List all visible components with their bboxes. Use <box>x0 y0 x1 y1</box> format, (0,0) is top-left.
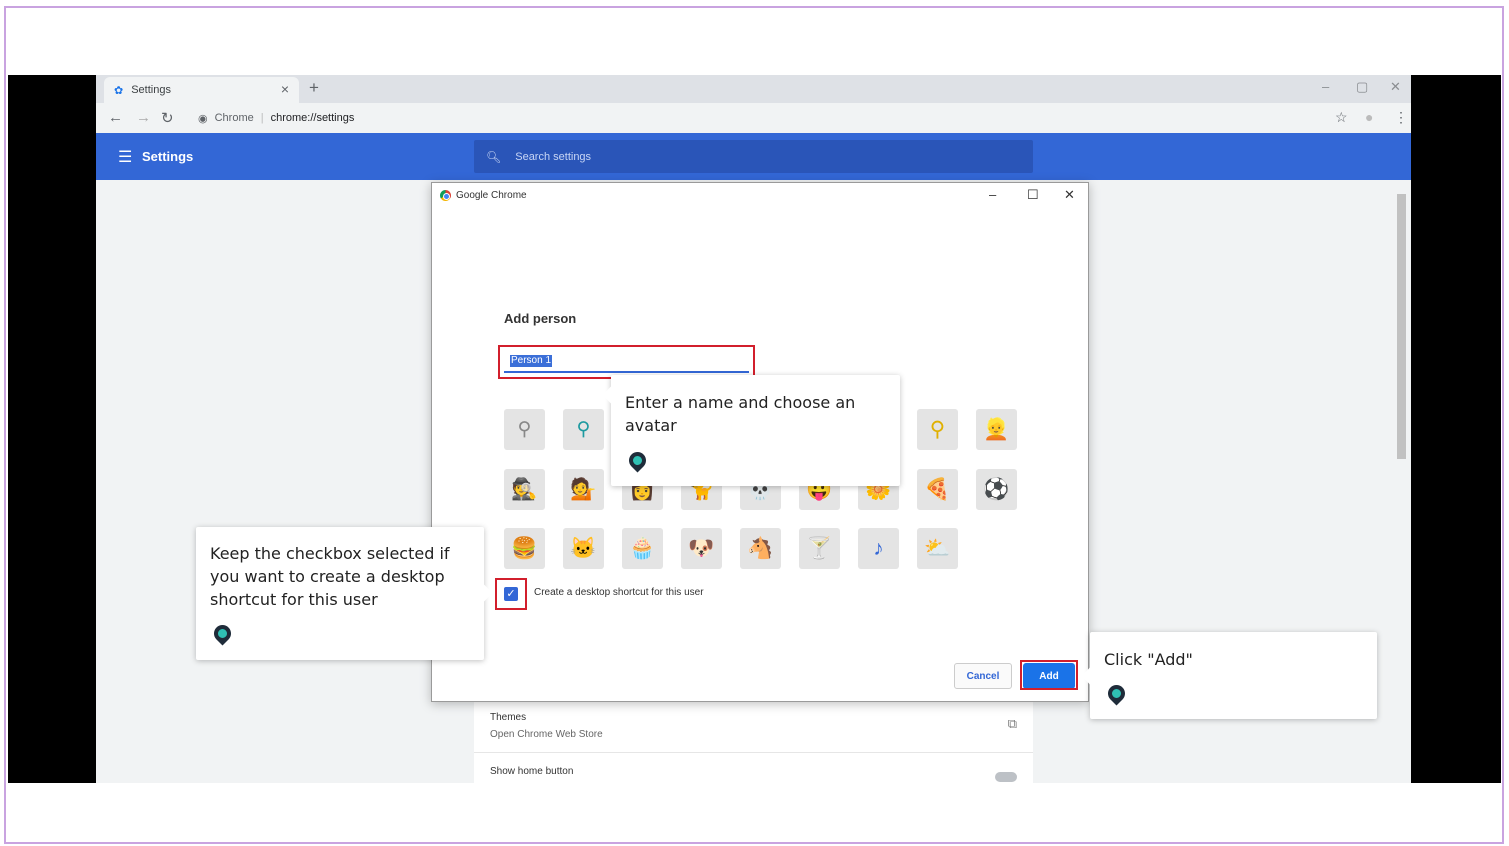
tab-strip: ✿ Settings × + – ▢ ✕ <box>96 75 1411 103</box>
bookmark-star-icon[interactable]: ☆ <box>1335 109 1348 126</box>
dialog-maximize-icon[interactable]: ☐ <box>1027 187 1039 203</box>
settings-header: ☰ Settings 🔍︎ Search settings <box>96 133 1411 180</box>
gear-icon: ✿ <box>114 84 124 97</box>
home-button-toggle[interactable] <box>995 772 1017 782</box>
avatar-ninja-icon[interactable]: 🕵 <box>504 469 545 510</box>
cancel-button[interactable]: Cancel <box>954 663 1012 689</box>
dialog-close-icon[interactable]: ✕ <box>1064 187 1075 203</box>
dialog-titlebar: Google Chrome <box>440 190 527 201</box>
avatar-cocktail-icon[interactable]: 🍸 <box>799 528 840 569</box>
dialog-minimize-icon[interactable]: – <box>989 187 996 202</box>
guide-pin-icon <box>210 621 235 646</box>
guide-pin-icon <box>1104 681 1129 706</box>
name-input-highlight <box>498 345 755 379</box>
add-button-highlight <box>1020 660 1078 690</box>
tooltip-enter-name: Enter a name and choose an avatar <box>602 375 900 486</box>
profile-icon[interactable]: ● <box>1365 109 1373 125</box>
reload-icon[interactable]: ↻ <box>161 109 174 127</box>
tooltip-enter-name-text: Enter a name and choose an avatar <box>625 393 856 435</box>
external-link-icon[interactable]: ⧉ <box>1008 716 1017 732</box>
tooltip-click-add-text: Click "Add" <box>1104 650 1193 669</box>
back-icon[interactable]: ← <box>108 109 123 126</box>
close-tab-icon[interactable]: × <box>281 81 289 97</box>
guide-pin-icon <box>625 448 650 473</box>
avatar-sun-cloud-icon[interactable]: ⛅ <box>917 528 958 569</box>
avatar-cupcake-icon[interactable]: 🧁 <box>622 528 663 569</box>
tab-title: Settings <box>131 84 171 96</box>
avatar-burger-icon[interactable]: 🍔 <box>504 528 545 569</box>
address-url: chrome://settings <box>270 112 355 124</box>
avatar-soccer-ball-icon[interactable]: ⚽ <box>976 469 1017 510</box>
checkbox-highlight <box>495 578 527 610</box>
search-settings-input[interactable]: 🔍︎ Search settings <box>474 140 1033 173</box>
avatar-blonde-icon[interactable]: 👱 <box>976 409 1017 450</box>
divider <box>474 752 1033 753</box>
themes-title: Themes <box>490 712 527 723</box>
settings-title: Settings <box>142 149 194 164</box>
forward-icon[interactable]: → <box>136 109 151 126</box>
tooltip-checkbox-text: Keep the checkbox selected if you want t… <box>210 544 450 609</box>
avatar-dog-icon[interactable]: 🐶 <box>681 528 722 569</box>
minimize-icon[interactable]: – <box>1322 79 1329 94</box>
site-info-icon: ◉ <box>198 112 208 125</box>
desktop-shortcut-label: Create a desktop shortcut for this user <box>534 587 704 598</box>
dialog-heading: Add person <box>504 311 577 326</box>
tooltip-click-add: Click "Add" <box>1081 632 1377 719</box>
close-window-icon[interactable]: ✕ <box>1390 79 1401 95</box>
themes-row[interactable]: Themes Open Chrome Web Store <box>490 712 603 740</box>
tooltip-checkbox: Keep the checkbox selected if you want t… <box>196 527 493 660</box>
avatar-pizza-icon[interactable]: 🍕 <box>917 469 958 510</box>
new-tab-button[interactable]: + <box>309 78 319 98</box>
search-icon: 🔍︎ <box>486 149 502 164</box>
address-site: Chrome <box>214 112 254 124</box>
avatar-person-yellow-icon[interactable]: ⚲ <box>917 409 958 450</box>
appearance-card: Themes Open Chrome Web Store ⧉ Show home… <box>474 690 1033 783</box>
menu-kebab-icon[interactable]: ⋮ <box>1394 109 1408 126</box>
dialog-window-title: Google Chrome <box>456 190 527 201</box>
restore-icon[interactable]: ▢ <box>1356 79 1368 95</box>
home-button-label: Show home button <box>490 766 574 777</box>
avatar-person-outline-icon[interactable]: ⚲ <box>504 409 545 450</box>
chrome-logo-icon <box>440 190 451 201</box>
tab-settings[interactable]: ✿ Settings × <box>104 77 299 103</box>
hamburger-menu-icon[interactable]: ☰ <box>118 147 132 167</box>
search-placeholder: Search settings <box>515 150 592 163</box>
avatar-music-note-icon[interactable]: ♪ <box>858 528 899 569</box>
avatar-spy-icon[interactable]: 💁 <box>563 469 604 510</box>
toolbar: ← → ↻ ◉ Chrome | chrome://settings ☆ ● ⋮ <box>96 103 1411 133</box>
avatar-cat-icon[interactable]: 🐱 <box>563 528 604 569</box>
address-separator: | <box>260 112 264 124</box>
address-bar[interactable]: ◉ Chrome | chrome://settings <box>188 106 1328 130</box>
avatar-person-teal-icon[interactable]: ⚲ <box>563 409 604 450</box>
scrollbar-thumb[interactable] <box>1397 194 1406 459</box>
themes-subtitle: Open Chrome Web Store <box>490 729 603 740</box>
avatar-horse-icon[interactable]: 🐴 <box>740 528 781 569</box>
